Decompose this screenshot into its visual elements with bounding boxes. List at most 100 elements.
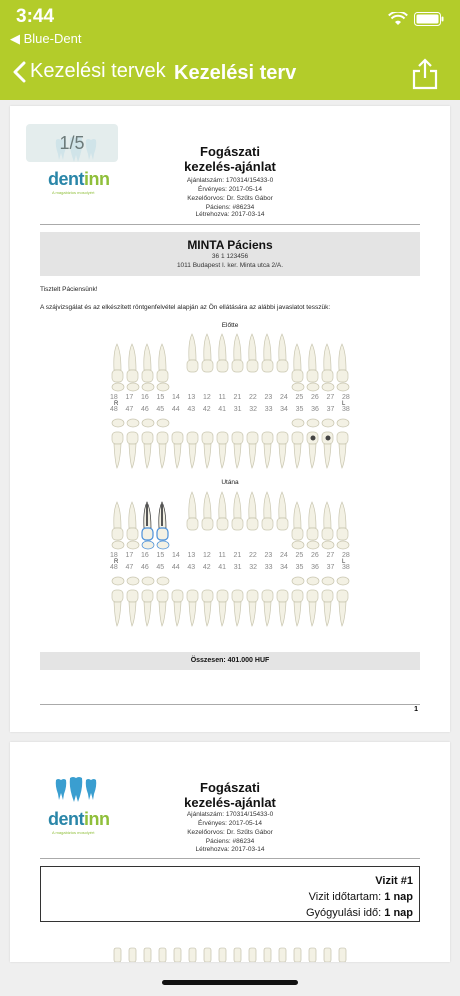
tooth-17 [126,501,139,541]
tooth-number-after-23: 23 [264,552,273,559]
tooth-11 [216,333,229,373]
occlusal-28 [336,540,350,550]
tooth-44 [171,431,184,469]
chevron-left-icon [13,61,26,82]
tooth-42 [201,431,214,469]
tooth-22 [246,491,259,531]
document-page-1[interactable]: dentinn A magabiztos mosolyért 1/5 Fogás… [10,106,450,732]
nav-back-button[interactable]: Kezelési tervek [12,60,166,83]
top-bar: 3:44 ◀ Blue-Dent Kezelési tervek Kezelés… [0,0,460,100]
tooth-number-before-26: 26 [310,394,319,401]
tooth-18 [111,343,124,383]
tooth-number-before-14: 14 [172,394,180,401]
tooth-41 [216,589,229,627]
tooth-24 [276,491,289,531]
preview-tooth-16 [143,947,152,962]
doc2-title-line2: kezelés-ajánlat [184,795,276,810]
tooth-25 [291,343,304,383]
tooth-number-after-33: 33 [264,564,273,571]
tooth-number-before-23: 23 [264,394,273,401]
tooth-number-after-25: 25 [295,552,304,559]
lower-teeth-after [111,576,350,627]
occlusal-47 [126,418,140,428]
occlusal-37 [321,418,335,428]
visit-healing: Gyógyulási idő: 1 nap [305,907,413,919]
doctor: Kezelőorvos: Dr. Szűts Gábor [187,195,273,202]
document-page-2[interactable]: dentinn A magabiztos mosolyért Fogászati… [10,742,450,962]
patient-phone: 36 1 123456 [211,253,249,260]
greeting: Tisztelt Páciensünk! [40,286,98,293]
patient-name: MINTA Páciens [187,238,273,252]
tooth-34 [276,431,289,469]
tooth-number-after-26: 26 [310,552,319,559]
tooth-number-before-15: 15 [156,394,165,401]
tooth-34 [276,589,289,627]
wifi-icon [388,12,408,25]
tooth-13 [186,333,199,373]
occlusal-18 [111,382,125,392]
tooth-number-before-34: 34 [280,406,288,413]
tooth-number-before-12: 12 [203,394,211,401]
tooth-number-after-43: 43 [187,564,196,571]
tooth-16 [141,343,154,383]
preview-tooth-13 [188,947,197,962]
tooth-46 [141,589,154,627]
tooth-15 [156,501,169,541]
tooth-number-after-48: 48 [110,564,118,571]
occlusal-48 [111,418,125,428]
before-label: Előtte [221,322,239,329]
occlusal-25 [291,540,305,550]
tooth-number-after-12: 12 [203,552,211,559]
upper-numbers-before: 18 17 16 15 14 13 12 11 21 22 23 24 25 26 27 28 [110,394,350,401]
occlusal-46 [141,576,155,586]
tooth-number-before-47: 47 [125,406,134,413]
tooth-number-after-35: 35 [295,564,304,571]
preview-tooth-23 [263,947,272,962]
tooth-number-before-24: 24 [279,394,288,401]
preview-tooth-12 [203,947,212,962]
tooth-number-after-21: 21 [233,552,242,559]
tooth-48 [111,589,124,627]
tooth-number-before-48: 48 [110,406,118,413]
tooth-17 [126,343,139,383]
tooth-33 [261,589,274,627]
tooth-43 [186,589,199,627]
tooth-27 [321,501,334,541]
tooth-25 [291,501,304,541]
home-indicator[interactable] [162,980,298,985]
tooth-37 [321,431,334,469]
divider [40,224,420,225]
tooth-36 [306,431,319,469]
tooth-number-after-38: 38 [342,564,350,571]
tooth-number-after-45: 45 [156,564,165,571]
occlusal-38 [336,418,350,428]
tooth-number-before-35: 35 [295,406,304,413]
tooth-number-after-31: 31 [233,564,242,571]
tooth-number-before-41: 41 [218,406,227,413]
preview-tooth-24 [278,947,287,962]
tooth-32 [246,431,259,469]
doc2-doctor: Kezelőorvos: Dr. Szűts Gábor [187,829,273,836]
patient-address: 1011 Budapest I. ker. Minta utca 2/A. [176,262,284,269]
tooth-47 [126,431,139,469]
intro-text: A szájvizsgálat és az elkészített röntge… [40,304,331,311]
tooth-number-before-16: 16 [141,394,149,401]
tooth-number-after-14: 14 [172,552,180,559]
occlusal-17 [126,382,140,392]
preview-tooth-25 [293,947,302,962]
share-icon[interactable] [412,58,438,90]
occlusal-15 [156,382,170,392]
preview-tooth-11 [218,947,227,962]
tooth-number-after-28: 28 [341,552,350,559]
tooth-33 [261,431,274,469]
tooth-number-after-32: 32 [249,564,258,571]
occlusal-28 [336,382,350,392]
tooth-number-after-44: 44 [171,564,180,571]
offer-number: Ajánlatszám: 170314/15433-0 [186,177,274,184]
occlusal-35 [291,576,305,586]
upper-teeth-before [111,333,350,392]
occlusal-15 [156,540,170,550]
status-icons [388,12,444,26]
visit-duration: Vizit időtartam: 1 nap [308,891,413,903]
back-to-app-link[interactable]: ◀ Blue-Dent [10,31,81,47]
